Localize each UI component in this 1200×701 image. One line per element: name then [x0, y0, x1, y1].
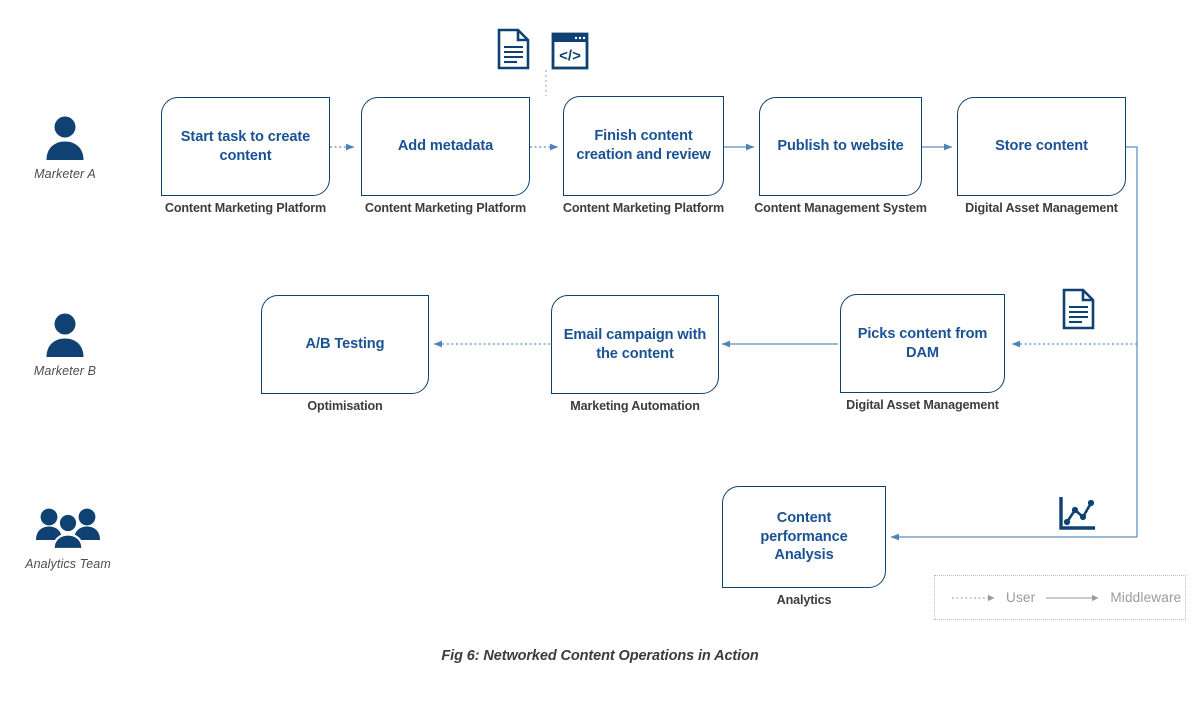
line-chart-icon: [1058, 495, 1098, 533]
node-sublabel: Marketing Automation: [570, 399, 700, 413]
node-sublabel: Content Marketing Platform: [164, 201, 327, 215]
actor-marketer-b: Marketer B: [0, 310, 130, 378]
person-icon: [0, 113, 130, 161]
node-add-metadata[interactable]: Add metadata Content Marketing Platform: [361, 97, 530, 215]
node-title: Email campaign with the content: [563, 326, 707, 362]
people-group-icon: [3, 503, 133, 551]
node-publish-website[interactable]: Publish to website Content Management Sy…: [754, 97, 927, 215]
node-box[interactable]: Finish content creation and review: [563, 96, 724, 196]
node-title: Store content: [995, 138, 1088, 155]
code-window-icon: </>: [551, 32, 589, 70]
node-title: Add metadata: [397, 138, 494, 155]
node-sublabel: Content Marketing Platform: [364, 201, 527, 215]
node-sublabel: Optimisation: [307, 399, 383, 413]
actor-marketer-a: Marketer A: [0, 113, 130, 181]
node-box[interactable]: Picks content from DAM: [840, 294, 1005, 393]
node-sublabel: Content Management System: [754, 201, 927, 215]
connector-store-rail: [1126, 146, 1138, 537]
node-sublabel: Digital Asset Management: [965, 201, 1118, 215]
actor-analytics-team: Analytics Team: [3, 503, 133, 571]
node-box[interactable]: Publish to website: [759, 97, 922, 196]
node-title: Publish to website: [777, 138, 904, 155]
node-sublabel: Digital Asset Management: [846, 398, 999, 412]
svg-text:</>: </>: [559, 48, 581, 65]
legend-label-middleware: Middleware: [1110, 590, 1182, 605]
document-icon: [1062, 288, 1096, 330]
node-box[interactable]: Email campaign with the content: [551, 295, 719, 394]
person-icon: [0, 310, 130, 358]
node-finish-content[interactable]: Finish content creation and review Conte…: [563, 96, 724, 215]
legend-entry-user: User: [951, 590, 1035, 605]
node-ab-testing[interactable]: A/B Testing Optimisation: [261, 295, 429, 413]
node-title: Picks content from DAM: [857, 325, 988, 361]
node-sublabel: Analytics: [776, 593, 832, 607]
node-start-task[interactable]: Start task to create content Content Mar…: [161, 97, 330, 215]
legend-entry-middleware: Middleware: [1045, 590, 1181, 605]
node-store-content[interactable]: Store content Digital Asset Management: [957, 97, 1126, 215]
node-box[interactable]: Start task to create content: [161, 97, 330, 196]
node-title: Content performance Analysis: [760, 509, 848, 564]
legend: User Middleware: [934, 575, 1186, 620]
solid-arrow-icon: [1046, 594, 1099, 601]
actor-label: Analytics Team: [25, 557, 111, 571]
actor-label: Marketer A: [34, 167, 96, 181]
node-picks-content[interactable]: Picks content from DAM Digital Asset Man…: [840, 294, 1005, 412]
figure-caption: Fig 6: Networked Content Operations in A…: [441, 648, 759, 664]
node-content-performance[interactable]: Content performance Analysis Analytics: [722, 486, 886, 607]
legend-label-user: User: [1006, 590, 1036, 605]
dotted-arrow-icon: [952, 594, 995, 601]
node-box[interactable]: Add metadata: [361, 97, 530, 196]
node-title: Finish content creation and review: [576, 128, 711, 163]
diagram-canvas: Marketer A Marketer B Analytics Team </>…: [0, 0, 1200, 701]
document-icon: [497, 28, 531, 70]
node-title: Start task to create content: [180, 128, 311, 164]
node-email-campaign[interactable]: Email campaign with the content Marketin…: [551, 295, 719, 413]
node-sublabel: Content Marketing Platform: [562, 201, 725, 215]
node-box[interactable]: Store content: [957, 97, 1126, 196]
node-title: A/B Testing: [305, 336, 385, 353]
node-box[interactable]: A/B Testing: [261, 295, 429, 394]
node-box[interactable]: Content performance Analysis: [722, 486, 886, 588]
actor-label: Marketer B: [33, 364, 97, 378]
